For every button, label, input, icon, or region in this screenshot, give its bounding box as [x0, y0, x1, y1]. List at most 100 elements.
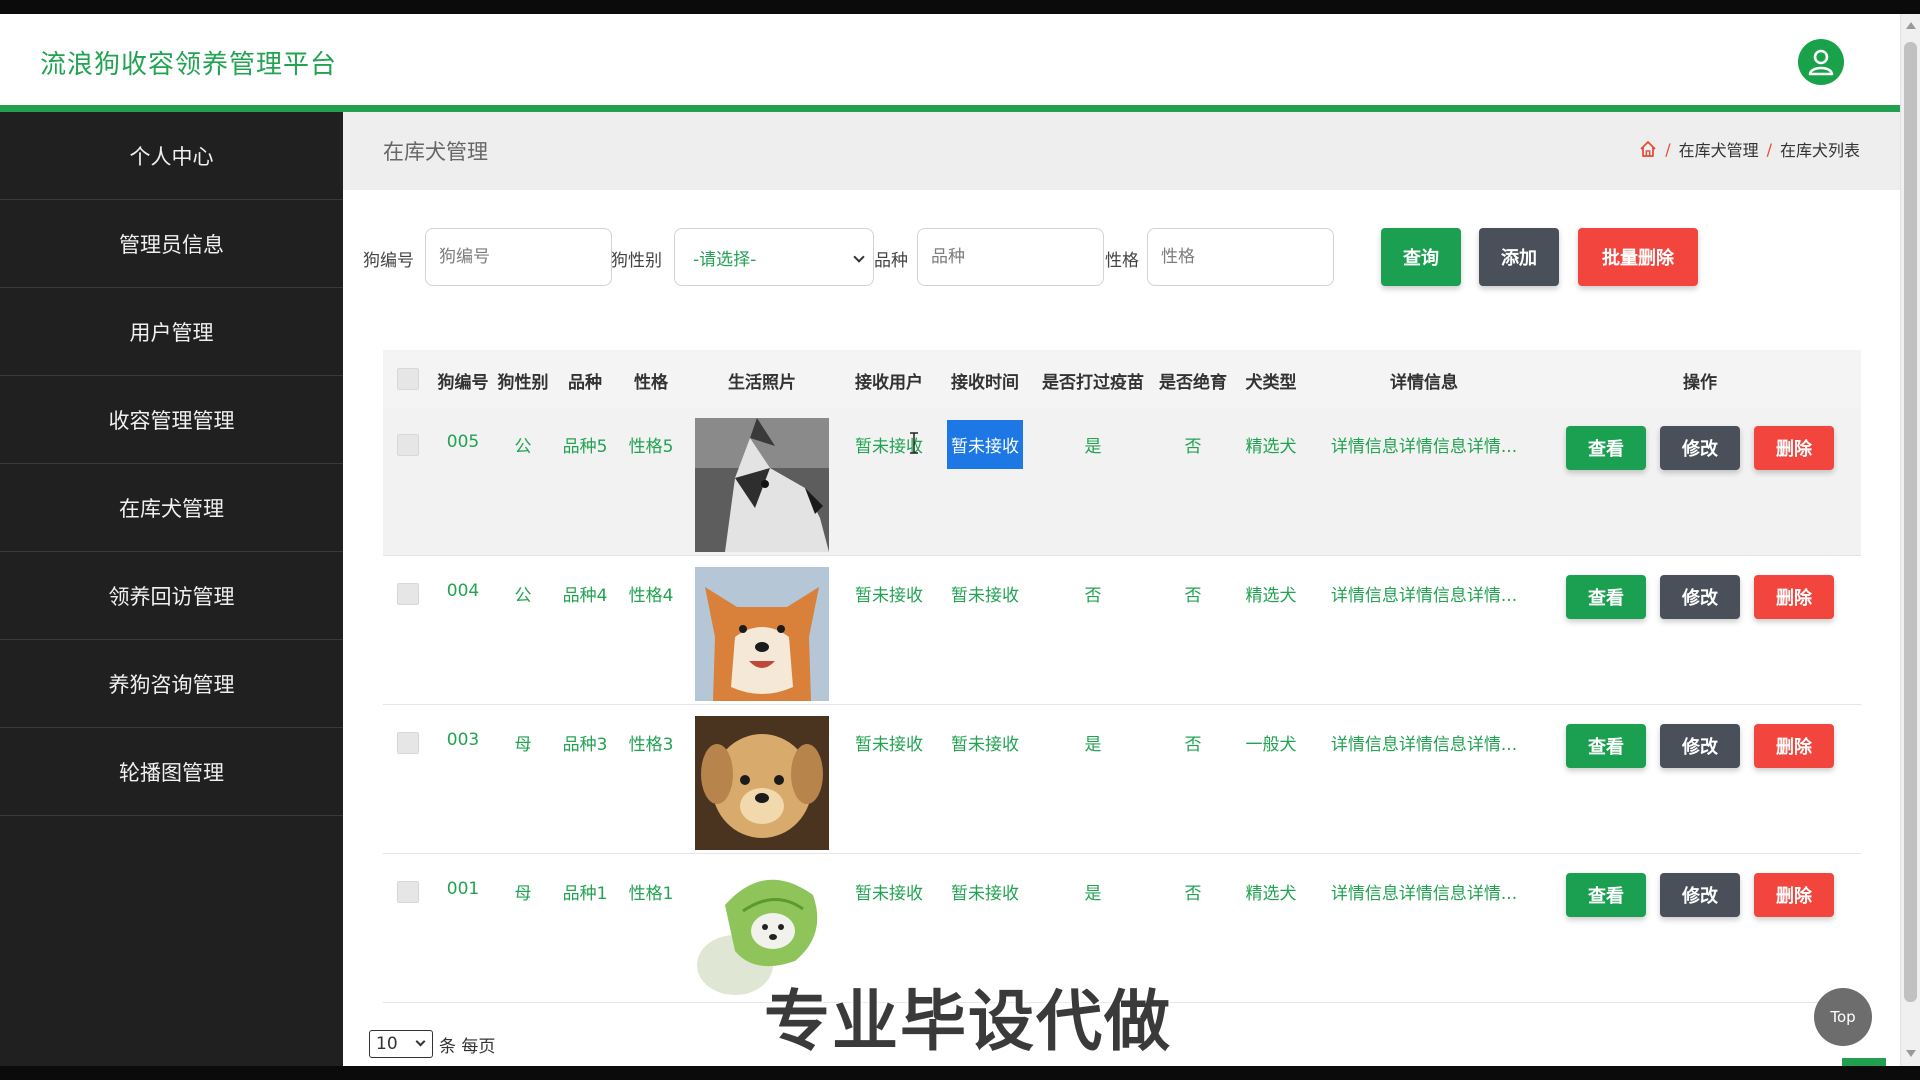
dog-table: 狗编号 狗性别 品种 性格 生活照片 接收用户 接收时间 是否打过疫苗 是否绝育… — [383, 350, 1861, 1003]
sidebar-item-admin-info[interactable]: 管理员信息 — [0, 200, 343, 288]
cell-receive-time: 暂未接收 — [951, 735, 1019, 755]
add-button[interactable]: 添加 — [1479, 228, 1559, 286]
page-header: 在库犬管理 / 在库犬管理 / 在库犬列表 — [343, 112, 1900, 190]
page-size-select[interactable]: 10 — [369, 1030, 433, 1058]
watermark-text: 专业毕设代做 — [764, 983, 1172, 1060]
column-header-photo: 生活照片 — [728, 373, 796, 393]
pagination: 10 条 每页 — [369, 1030, 495, 1058]
cell-receiver: 暂未接收 — [855, 884, 923, 904]
window-bottom-bar — [0, 1066, 1920, 1080]
scroll-thumb[interactable] — [1904, 42, 1917, 1002]
cell-vaccinated: 否 — [1084, 586, 1102, 606]
dog-sex-select[interactable]: -请选择- — [674, 228, 874, 286]
chevron-down-icon — [853, 251, 865, 263]
user-avatar[interactable] — [1798, 39, 1844, 85]
breadcrumb-separator: / — [1665, 139, 1671, 159]
cell-detail: 详情信息详情信息详情... — [1330, 735, 1518, 755]
delete-button[interactable]: 删除 — [1754, 873, 1834, 917]
sidebar-item-shelter[interactable]: 收容管理管理 — [0, 376, 343, 464]
column-header-neutered: 是否绝育 — [1159, 373, 1227, 393]
view-button[interactable]: 查看 — [1566, 724, 1646, 768]
cell-temper: 性格4 — [628, 586, 674, 606]
dog-photo-puppy[interactable] — [695, 716, 829, 850]
brand-title: 流浪狗收容领养管理平台 — [40, 50, 338, 80]
row-checkbox[interactable] — [397, 583, 419, 605]
sidebar-item-personal-center[interactable]: 个人中心 — [0, 112, 343, 200]
main-content: 在库犬管理 / 在库犬管理 / 在库犬列表 狗编号 狗性别 -请选择- 品种 性… — [343, 112, 1900, 1066]
row-checkbox[interactable] — [397, 881, 419, 903]
select-all-checkbox[interactable] — [397, 368, 419, 390]
batch-delete-button[interactable]: 批量删除 — [1578, 228, 1698, 286]
cell-receive-time: 暂未接收 — [947, 420, 1023, 469]
view-button[interactable]: 查看 — [1566, 575, 1646, 619]
cell-dog-type: 精选犬 — [1245, 437, 1297, 457]
table-row[interactable]: 005 公 品种5 性格5 暂未接收 暂未接收 是 否 精选犬 详情信息详情信息… — [383, 408, 1861, 556]
sidebar-item-adoption-followup[interactable]: 领养回访管理 — [0, 552, 343, 640]
row-checkbox[interactable] — [397, 732, 419, 754]
delete-button[interactable]: 删除 — [1754, 575, 1834, 619]
back-to-top-button[interactable]: Top — [1814, 988, 1872, 1046]
sidebar-item-users[interactable]: 用户管理 — [0, 288, 343, 376]
edit-button[interactable]: 修改 — [1660, 724, 1740, 768]
user-icon — [1808, 49, 1834, 76]
cell-dog-type: 一般犬 — [1245, 735, 1297, 755]
cell-dog-no: 003 — [446, 730, 480, 750]
dog-photo-husky[interactable] — [695, 418, 829, 552]
window-top-bar — [0, 0, 1920, 14]
cell-temper: 性格5 — [628, 437, 674, 457]
query-button[interactable]: 查询 — [1381, 228, 1461, 286]
page-size-value: 10 — [376, 1034, 398, 1054]
cell-temper: 性格3 — [628, 735, 674, 755]
dog-no-label: 狗编号 — [363, 251, 414, 271]
scroll-up-arrow-icon[interactable] — [1906, 22, 1916, 29]
table-row[interactable]: 003 母 品种3 性格3 暂未接收 暂未接收 是 否 一般犬 详情信息详情信息… — [383, 706, 1861, 854]
sidebar-item-dogs-in-stock[interactable]: 在库犬管理 — [0, 464, 343, 552]
row-checkbox[interactable] — [397, 434, 419, 456]
column-header-temper: 性格 — [634, 373, 668, 393]
cell-neutered: 否 — [1184, 735, 1202, 755]
cell-receiver: 暂未接收 — [855, 586, 923, 606]
page-title: 在库犬管理 — [383, 140, 488, 164]
delete-button[interactable]: 删除 — [1754, 426, 1834, 470]
corner-accent — [1842, 1058, 1886, 1066]
sidebar-item-dog-consult[interactable]: 养狗咨询管理 — [0, 640, 343, 728]
column-header-detail: 详情信息 — [1390, 373, 1458, 393]
breadcrumb-separator: / — [1766, 139, 1772, 159]
cell-receiver: 暂未接收 — [855, 735, 923, 755]
cell-dog-no: 004 — [446, 581, 480, 601]
cell-breed: 品种3 — [562, 735, 608, 755]
view-button[interactable]: 查看 — [1566, 873, 1646, 917]
delete-button[interactable]: 删除 — [1754, 724, 1834, 768]
home-icon[interactable] — [1639, 140, 1657, 158]
sidebar-item-carousel[interactable]: 轮播图管理 — [0, 728, 343, 816]
edit-button[interactable]: 修改 — [1660, 873, 1740, 917]
chevron-down-icon — [415, 1036, 426, 1047]
table-header: 狗编号 狗性别 品种 性格 生活照片 接收用户 接收时间 是否打过疫苗 是否绝育… — [383, 350, 1861, 408]
text-cursor-icon — [910, 432, 918, 454]
sidebar: 个人中心 管理员信息 用户管理 收容管理管理 在库犬管理 领养回访管理 养狗咨询… — [0, 112, 343, 1066]
dog-no-input[interactable] — [425, 228, 612, 286]
dog-photo-shiba[interactable] — [695, 567, 829, 701]
breadcrumb-dog-list: 在库犬列表 — [1779, 141, 1860, 160]
breed-label: 品种 — [874, 251, 908, 271]
table-row[interactable]: 004 公 品种4 性格4 暂未接收 暂未接收 否 否 精选犬 详情信息详情信息… — [383, 557, 1861, 705]
column-header-actions: 操作 — [1683, 373, 1717, 393]
cell-sex: 母 — [514, 735, 532, 755]
temper-label: 性格 — [1105, 251, 1139, 271]
cell-temper: 性格1 — [628, 884, 674, 904]
cell-receive-time: 暂未接收 — [951, 586, 1019, 606]
column-header-sex: 狗性别 — [497, 373, 549, 393]
scroll-down-arrow-icon[interactable] — [1906, 1050, 1916, 1057]
cell-dog-no: 005 — [446, 432, 480, 452]
page-scrollbar[interactable] — [1900, 14, 1920, 1066]
breadcrumb-dogs-in-stock[interactable]: 在库犬管理 — [1679, 137, 1759, 161]
view-button[interactable]: 查看 — [1566, 426, 1646, 470]
temper-input[interactable] — [1147, 228, 1334, 286]
breed-input[interactable] — [917, 228, 1104, 286]
cell-neutered: 否 — [1184, 884, 1202, 904]
edit-button[interactable]: 修改 — [1660, 575, 1740, 619]
cell-vaccinated: 是 — [1084, 735, 1102, 755]
column-header-dog-no: 狗编号 — [437, 373, 489, 393]
edit-button[interactable]: 修改 — [1660, 426, 1740, 470]
cell-dog-type: 精选犬 — [1245, 586, 1297, 606]
